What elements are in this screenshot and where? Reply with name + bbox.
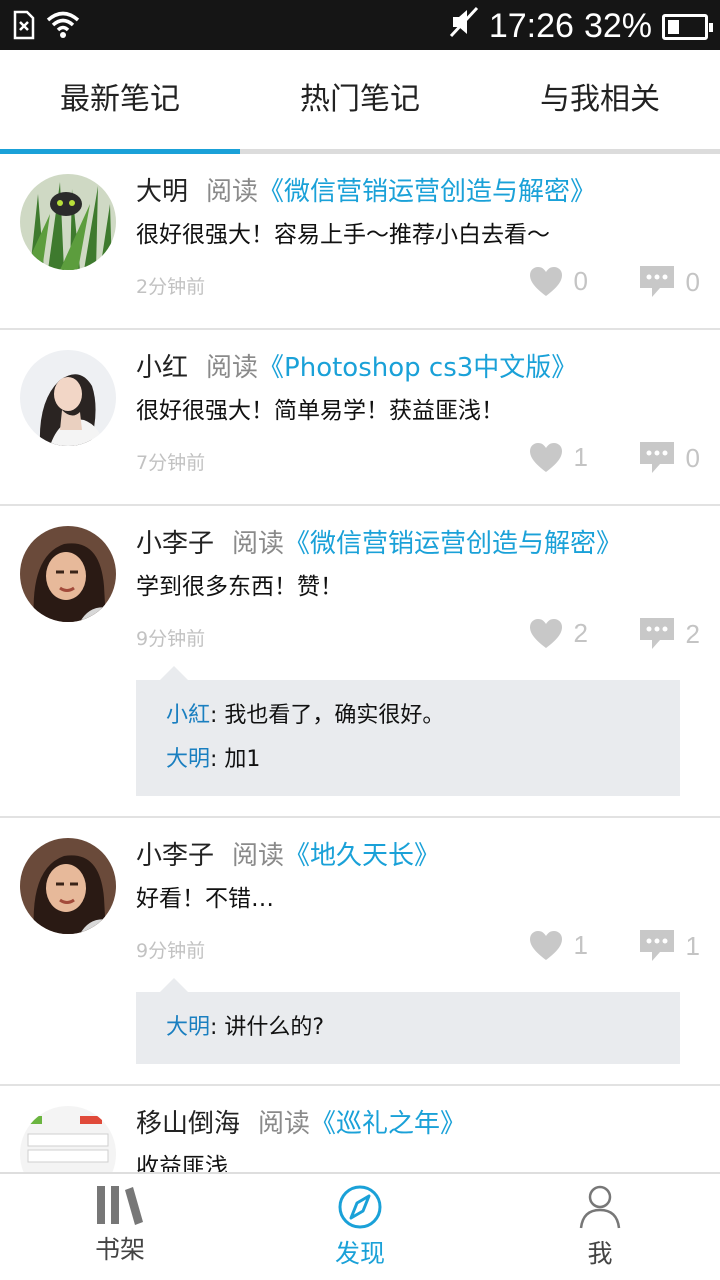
avatar[interactable] xyxy=(20,838,116,934)
comment-button[interactable]: 2 xyxy=(639,618,700,650)
like-button[interactable]: 1 xyxy=(529,442,588,473)
avatar[interactable] xyxy=(20,526,116,622)
comment-count: 0 xyxy=(685,442,700,473)
battery-icon xyxy=(662,13,713,40)
tab-latest-notes[interactable]: 最新笔记 xyxy=(0,50,240,155)
post-username[interactable]: 大明 xyxy=(136,177,188,207)
notes-feed[interactable]: 大明 阅读《微信营销运营创造与解密》 很好很强大！容易上手～推荐小白去看～ 2分钟… xyxy=(0,154,720,1172)
tab-bar: 最新笔记 热门笔记 与我相关 xyxy=(0,50,720,155)
comment-button[interactable]: 0 xyxy=(639,266,700,298)
comment-icon xyxy=(639,266,674,297)
note-item[interactable]: 小红 阅读《Photoshop cs3中文版》 很好很强大！简单易学！获益匪浅！ … xyxy=(0,330,720,506)
comment-icon xyxy=(639,930,674,961)
note-item[interactable]: 大明 阅读《微信营销运营创造与解密》 很好很强大！容易上手～推荐小白去看～ 2分钟… xyxy=(0,154,720,330)
status-time: 17:26 xyxy=(488,7,574,45)
mute-icon xyxy=(449,6,479,47)
no-sim-icon xyxy=(12,10,36,44)
heart-icon xyxy=(529,930,562,960)
like-count: 0 xyxy=(573,266,588,296)
reply-username[interactable]: 大明 xyxy=(166,747,210,772)
heart-icon xyxy=(529,618,562,648)
reply-username[interactable]: 小紅 xyxy=(166,703,210,728)
post-time: 2分钟前 xyxy=(136,276,206,298)
bottom-nav: 书架 发现 我 xyxy=(0,1172,720,1280)
reply-item[interactable]: 大明: 讲什么的? xyxy=(166,1006,650,1050)
post-username[interactable]: 小李子 xyxy=(136,529,214,559)
nav-label: 发现 xyxy=(334,1239,385,1268)
like-button[interactable]: 2 xyxy=(529,618,588,649)
status-bar: 17:26 32% xyxy=(0,0,720,50)
nav-label: 书架 xyxy=(94,1235,145,1264)
compass-icon xyxy=(338,1185,382,1229)
reply-text: : 我也看了，确实很好。 xyxy=(210,703,445,728)
read-label: 阅读 xyxy=(232,529,285,559)
book-title-link[interactable]: 《Photoshop cs3中文版》 xyxy=(258,353,577,383)
battery-percent: 32% xyxy=(583,7,652,45)
nav-discover[interactable]: 发现 xyxy=(240,1174,480,1280)
tab-popular-notes[interactable]: 热门笔记 xyxy=(240,50,480,155)
reply-list: 小紅: 我也看了，确实很好。 大明: 加1 xyxy=(136,666,680,796)
avatar[interactable] xyxy=(20,350,116,446)
post-username[interactable]: 小李子 xyxy=(136,841,214,871)
post-time: 9分钟前 xyxy=(136,628,206,650)
post-username[interactable]: 小红 xyxy=(136,353,188,383)
note-text: 收益匪浅 xyxy=(136,1154,228,1172)
like-count: 2 xyxy=(573,618,588,648)
read-label: 阅读 xyxy=(258,1109,311,1139)
comment-button[interactable]: 1 xyxy=(639,930,700,962)
reply-text: : 讲什么的? xyxy=(210,1015,325,1040)
nav-label: 我 xyxy=(587,1239,613,1268)
note-item[interactable]: 小李子 阅读《微信营销运营创造与解密》 学到很多东西！赞！ 9分钟前 2 2 小紅… xyxy=(0,506,720,818)
wifi-icon xyxy=(46,10,80,44)
reply-text: : 加1 xyxy=(210,747,261,772)
like-button[interactable]: 0 xyxy=(529,266,588,297)
comment-icon xyxy=(639,618,674,649)
book-title-link[interactable]: 《地久天长》 xyxy=(284,841,440,871)
comment-count: 0 xyxy=(685,266,700,297)
post-time: 9分钟前 xyxy=(136,940,206,962)
book-title-link[interactable]: 《巡礼之年》 xyxy=(310,1109,466,1139)
note-item[interactable]: 移山倒海 阅读《巡礼之年》 收益匪浅 xyxy=(0,1086,720,1172)
note-text: 很好很强大！简单易学！获益匪浅！ xyxy=(136,398,504,424)
comment-count: 2 xyxy=(685,618,700,649)
avatar[interactable] xyxy=(20,174,116,270)
comment-icon xyxy=(639,442,674,473)
tab-related-to-me[interactable]: 与我相关 xyxy=(480,50,720,155)
read-label: 阅读 xyxy=(206,177,259,207)
note-item[interactable]: 小李子 阅读《地久天长》 好看！不错… 9分钟前 1 1 大明: 讲什么的? xyxy=(0,818,720,1086)
person-icon xyxy=(579,1185,621,1229)
like-count: 1 xyxy=(573,930,588,960)
like-button[interactable]: 1 xyxy=(529,930,588,961)
heart-icon xyxy=(529,266,562,296)
note-text: 学到很多东西！赞！ xyxy=(136,574,343,600)
read-label: 阅读 xyxy=(232,841,285,871)
comment-count: 1 xyxy=(685,930,700,961)
book-title-link[interactable]: 《微信营销运营创造与解密》 xyxy=(258,177,596,207)
nav-bookshelf[interactable]: 书架 xyxy=(0,1174,240,1280)
note-text: 好看！不错… xyxy=(136,886,274,912)
book-title-link[interactable]: 《微信营销运营创造与解密》 xyxy=(284,529,622,559)
reply-item[interactable]: 大明: 加1 xyxy=(166,738,650,782)
heart-icon xyxy=(529,442,562,472)
like-count: 1 xyxy=(573,442,588,472)
note-text: 很好很强大！容易上手～推荐小白去看～ xyxy=(136,222,550,248)
read-label: 阅读 xyxy=(206,353,259,383)
bookshelf-icon xyxy=(97,1186,143,1225)
reply-list: 大明: 讲什么的? xyxy=(136,978,680,1064)
avatar[interactable] xyxy=(20,1106,116,1172)
post-time: 7分钟前 xyxy=(136,452,206,474)
reply-item[interactable]: 小紅: 我也看了，确实很好。 xyxy=(166,694,650,738)
nav-me[interactable]: 我 xyxy=(480,1174,720,1280)
post-username[interactable]: 移山倒海 xyxy=(136,1109,240,1139)
comment-button[interactable]: 0 xyxy=(639,442,700,474)
reply-username[interactable]: 大明 xyxy=(166,1015,210,1040)
